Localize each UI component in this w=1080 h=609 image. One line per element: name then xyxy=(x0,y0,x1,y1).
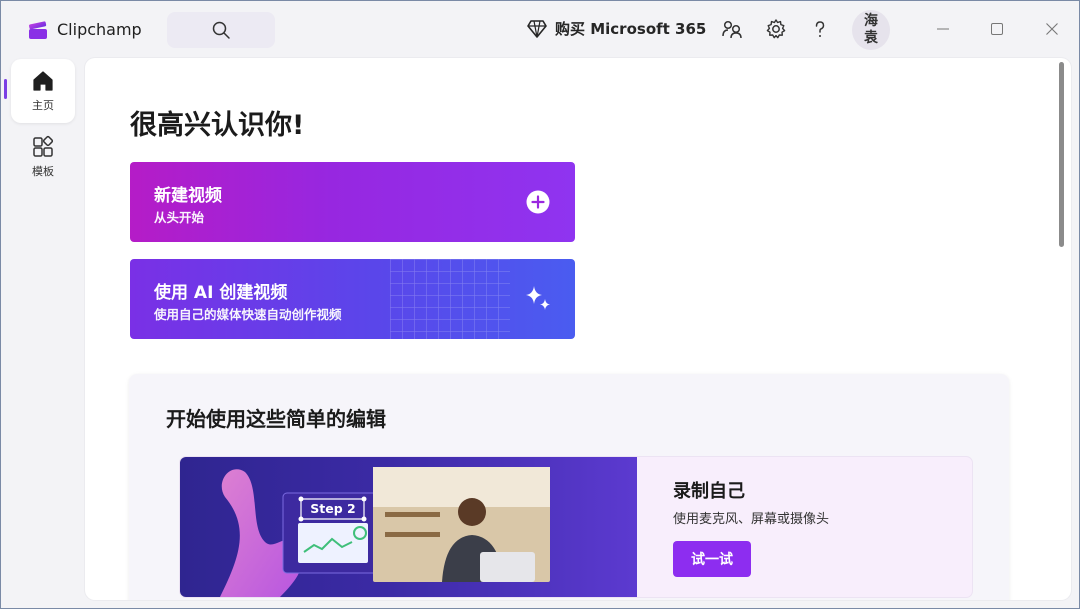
illustration-art xyxy=(220,467,550,597)
step-label: Step 2 xyxy=(310,501,356,516)
nav-item-templates[interactable]: 模板 xyxy=(11,125,75,189)
nav-item-home[interactable]: 主页 xyxy=(11,59,75,123)
search-button[interactable] xyxy=(167,12,275,48)
record-yourself-illustration: Step 2 xyxy=(180,457,637,597)
templates-icon xyxy=(33,135,54,157)
active-nav-indicator xyxy=(4,79,7,99)
gear-icon xyxy=(766,19,786,39)
maximize-icon xyxy=(991,23,1003,35)
help-button[interactable] xyxy=(809,18,831,40)
try-it-button[interactable]: 试一试 xyxy=(673,541,751,577)
new-video-subtitle: 从头开始 xyxy=(154,210,205,225)
app-name: Clipchamp xyxy=(57,20,142,39)
people-icon xyxy=(722,20,742,39)
title-bar: Clipchamp 购买 Microsoft 365 海 袁 xyxy=(1,1,1080,57)
new-video-title: 新建视频 xyxy=(154,186,222,206)
share-feedback-button[interactable] xyxy=(721,18,743,40)
ai-video-title: 使用 AI 创建视频 xyxy=(154,283,288,303)
help-icon xyxy=(815,21,825,37)
settings-button[interactable] xyxy=(765,18,787,40)
maximize-button[interactable] xyxy=(987,19,1007,39)
new-video-card[interactable]: 新建视频 从头开始 xyxy=(130,162,575,242)
nav-home-label: 主页 xyxy=(32,99,54,112)
plus-circle-icon xyxy=(526,190,550,214)
avatar-initial-1: 海 xyxy=(864,13,878,29)
scrollbar-thumb[interactable] xyxy=(1059,62,1064,247)
search-icon xyxy=(212,21,230,39)
record-yourself-card[interactable]: Step 2 录制自己 使用麦克风、屏幕或摄像头 试一试 xyxy=(180,457,972,597)
grid-decoration xyxy=(390,259,510,339)
user-avatar[interactable]: 海 袁 xyxy=(852,10,890,50)
ai-video-card[interactable]: 使用 AI 创建视频 使用自己的媒体快速自动创作视频 xyxy=(130,259,575,339)
ai-video-subtitle: 使用自己的媒体快速自动创作视频 xyxy=(154,307,342,322)
buy-microsoft-365-button[interactable]: 购买 Microsoft 365 xyxy=(527,18,706,39)
greeting-title: 很高兴认识你! xyxy=(130,110,305,141)
feature-description: 使用麦克风、屏幕或摄像头 xyxy=(673,512,830,527)
home-panel: 很高兴认识你! 新建视频 从头开始 使用 AI 创建视频 使用自己的媒体快速自动… xyxy=(85,58,1071,600)
nav-templates-label: 模板 xyxy=(32,165,54,178)
diamond-icon xyxy=(527,19,547,38)
minimize-icon xyxy=(937,28,949,30)
close-button[interactable] xyxy=(1042,19,1062,39)
avatar-initial-2: 袁 xyxy=(864,30,878,46)
feature-title: 录制自己 xyxy=(673,481,745,502)
section-title: 开始使用这些简单的编辑 xyxy=(166,407,386,431)
home-icon xyxy=(33,71,53,91)
quick-edits-section: 开始使用这些简单的编辑 Step 2 录制自己 使用麦克风、屏幕或摄像头 试一试 xyxy=(129,374,1009,600)
minimize-button[interactable] xyxy=(933,19,953,39)
buy-label: 购买 Microsoft 365 xyxy=(555,20,707,38)
clipchamp-logo-icon xyxy=(29,21,47,39)
sparkle-icon xyxy=(526,286,550,310)
close-icon xyxy=(1046,23,1058,35)
